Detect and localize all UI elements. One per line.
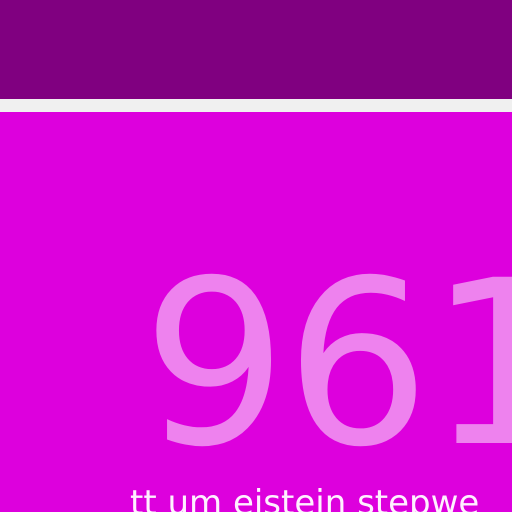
main-panel: 961 tt um eistein stepwe [0,112,512,512]
divider [0,99,512,112]
caption-text: tt um eistein stepwe [130,483,480,512]
top-bar [0,0,512,99]
big-number: 961 [142,231,512,497]
